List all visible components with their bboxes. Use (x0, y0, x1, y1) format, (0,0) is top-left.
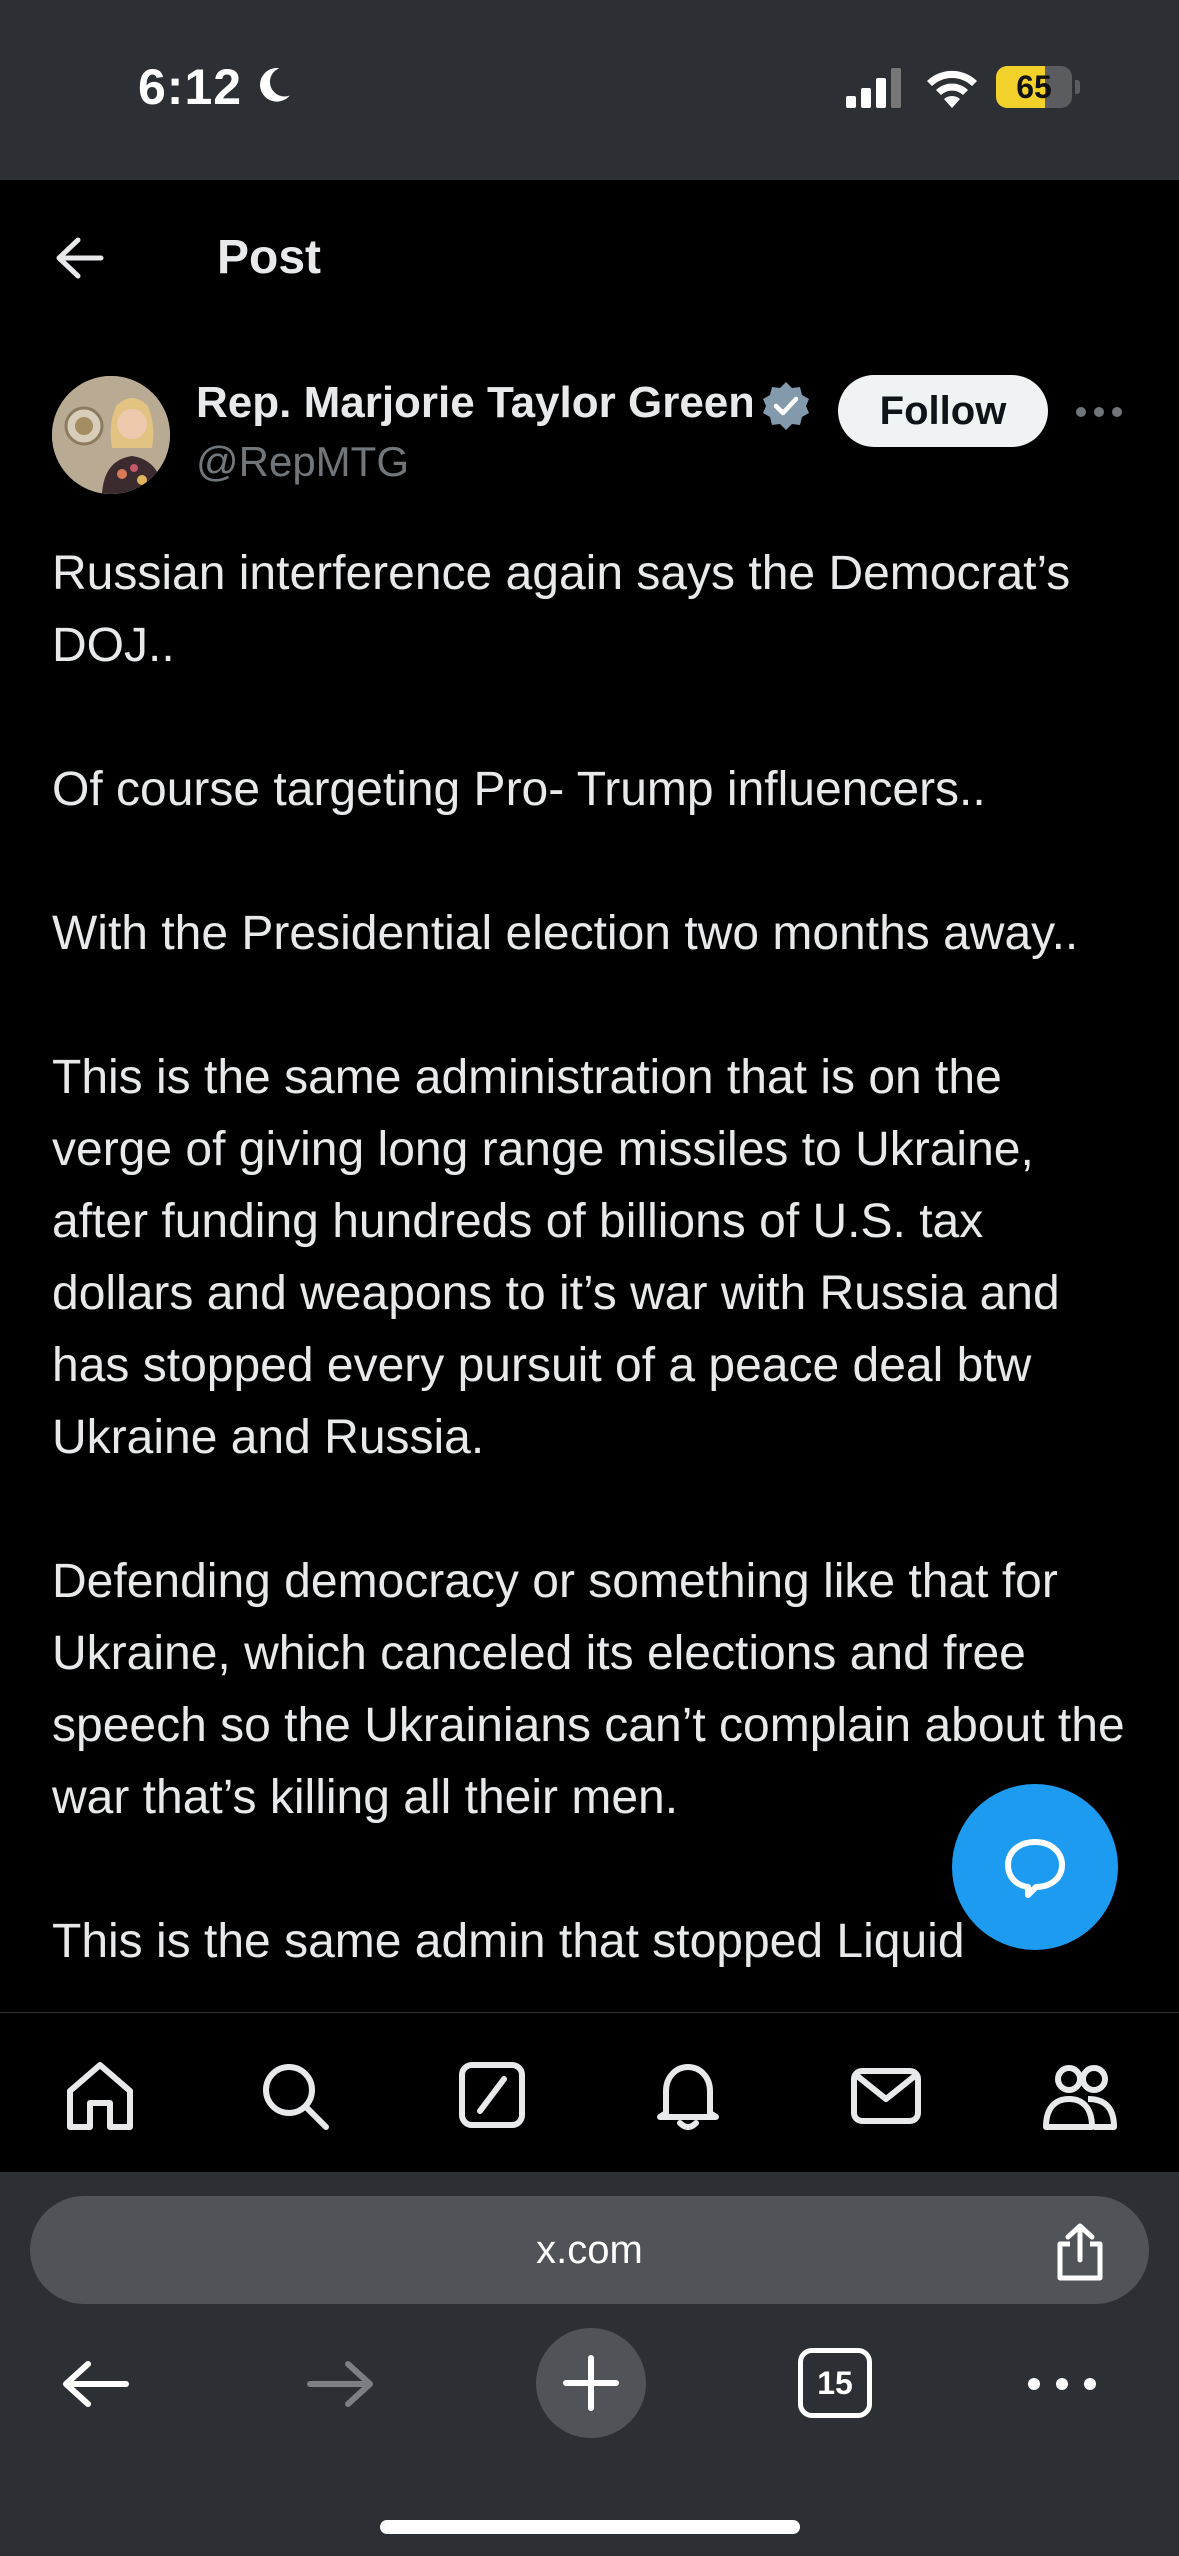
bottom-nav (0, 2012, 1179, 2172)
post-header: Post (0, 180, 1179, 340)
nav-home[interactable] (62, 2057, 138, 2133)
battery-indicator: 65 (996, 66, 1080, 108)
moon-icon (260, 68, 290, 102)
post-paragraph: Defending democracy or something like th… (52, 1555, 1125, 1824)
home-indicator (380, 2520, 800, 2534)
battery-body: 65 (996, 66, 1072, 108)
browser-back-icon[interactable] (56, 2328, 132, 2438)
nav-grok[interactable] (454, 2057, 530, 2133)
post-text: Russian interference again says the Demo… (52, 538, 1132, 2008)
battery-tip (1075, 80, 1080, 94)
nav-messages[interactable] (848, 2057, 924, 2133)
more-options-icon[interactable] (1074, 394, 1124, 430)
nav-communities[interactable] (1042, 2057, 1118, 2133)
plus-icon (563, 2355, 619, 2411)
nav-notifications[interactable] (650, 2057, 726, 2133)
post-paragraph: Of course targeting Pro- Trump influence… (52, 763, 986, 816)
grok-icon (459, 2062, 525, 2128)
notifications-icon (657, 2064, 719, 2130)
avatar[interactable] (52, 376, 170, 494)
home-icon (67, 2062, 133, 2130)
address-bar[interactable]: x.com (30, 2196, 1149, 2304)
browser-toolbar: x.com 15 (0, 2172, 1179, 2556)
search-icon (263, 2064, 329, 2130)
wifi-icon (927, 70, 977, 108)
verified-badge-icon (763, 382, 809, 430)
chat-bubble-icon (1005, 1839, 1065, 1898)
status-bar: 6:12 65 (0, 0, 1179, 180)
follow-button[interactable]: Follow (838, 375, 1048, 447)
post-paragraph: With the Presidential election two month… (52, 907, 1079, 960)
author-name[interactable]: Rep. Marjorie Taylor Greene (196, 378, 752, 428)
back-arrow-icon[interactable] (54, 236, 104, 280)
messages-icon (851, 2068, 921, 2124)
avatar-image (52, 376, 170, 494)
battery-level: 65 (1016, 69, 1052, 105)
browser-forward-icon[interactable] (304, 2328, 380, 2438)
author-handle[interactable]: @RepMTG (196, 438, 409, 486)
tab-count: 15 (798, 2348, 872, 2418)
new-tab-button[interactable] (536, 2328, 646, 2438)
post-paragraph: Russian interference again says the Demo… (52, 547, 1071, 672)
nav-search[interactable] (256, 2057, 332, 2133)
communities-icon (1043, 2065, 1117, 2130)
browser-more-icon[interactable] (1024, 2328, 1100, 2438)
share-icon[interactable] (1052, 2222, 1108, 2282)
tabs-button[interactable]: 15 (798, 2328, 872, 2438)
post-paragraph: This is the same administration that is … (52, 1051, 1060, 1464)
cellular-signal-icon (846, 68, 901, 108)
url-text[interactable]: x.com (30, 2196, 1149, 2304)
page-title: Post (217, 231, 322, 284)
status-time: 6:12 (138, 59, 243, 115)
reply-fab-button[interactable] (952, 1784, 1118, 1950)
